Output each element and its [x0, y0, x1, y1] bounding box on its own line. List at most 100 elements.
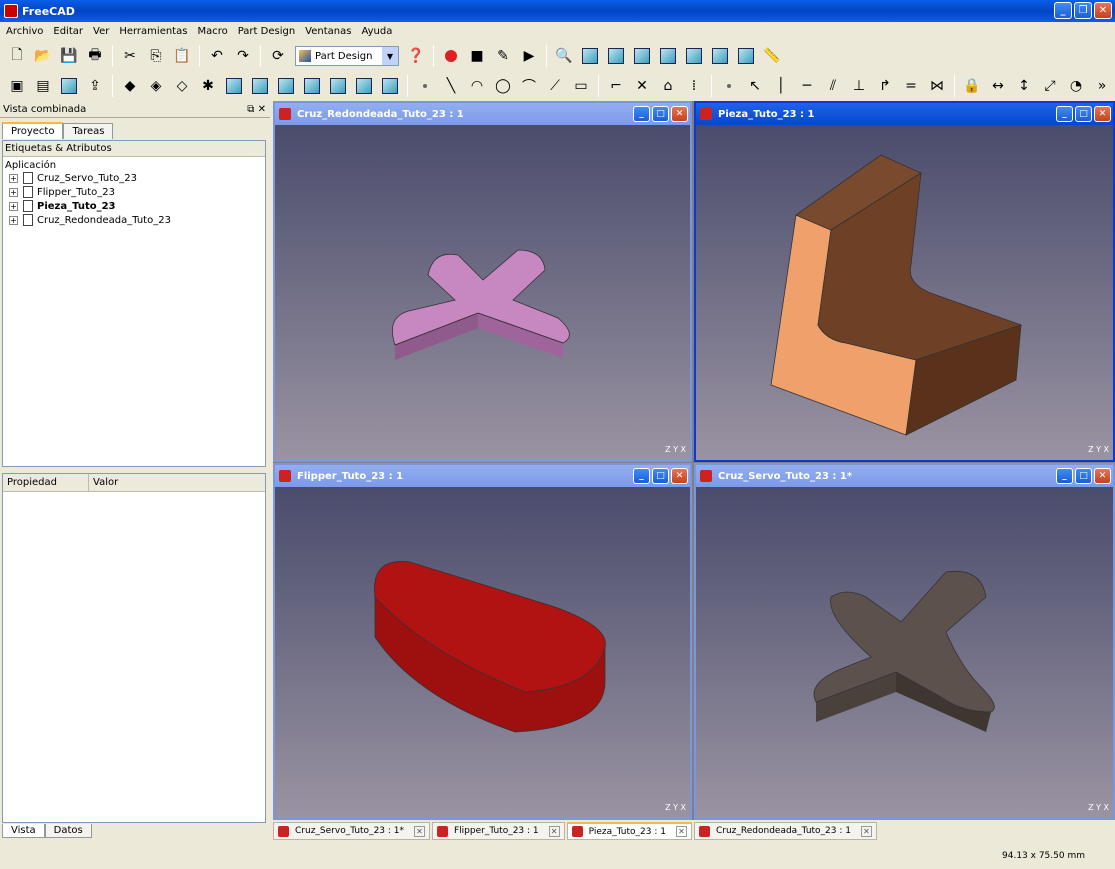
close-button[interactable]: ✕ [1094, 2, 1112, 19]
whats-this-icon[interactable]: ❓ [405, 45, 427, 67]
length-icon[interactable]: ⤢ [1039, 75, 1061, 97]
revolution-icon[interactable]: ◇ [171, 75, 193, 97]
coincident-icon[interactable] [718, 75, 740, 97]
subwindow-titlebar[interactable]: Cruz_Servo_Tuto_23 : 1* _ □ ✕ [696, 465, 1113, 487]
right-view-icon[interactable] [657, 45, 679, 67]
close-button[interactable]: ✕ [1094, 468, 1111, 484]
close-tab-icon[interactable]: ✕ [861, 825, 872, 837]
subwindow-pieza[interactable]: Pieza_Tuto_23 : 1 _ □ ✕ Z Y X [694, 101, 1115, 462]
construction-mode-icon[interactable]: ⁞ [683, 75, 705, 97]
refresh-icon[interactable]: ⟳ [267, 45, 289, 67]
bottom-view-icon[interactable] [709, 45, 731, 67]
menu-ayuda[interactable]: Ayuda [357, 26, 398, 37]
menu-archivo[interactable]: Archivo [2, 26, 49, 37]
rear-view-icon[interactable] [683, 45, 705, 67]
measure-icon[interactable]: 📏 [761, 45, 783, 67]
tree-item-active[interactable]: + Pieza_Tuto_23 [3, 199, 265, 213]
3d-viewport[interactable]: Z Y X [275, 487, 690, 818]
radius-icon[interactable]: ◔ [1065, 75, 1087, 97]
lock-icon[interactable]: 🔒 [961, 75, 983, 97]
expand-icon[interactable]: + [9, 173, 18, 183]
parallel-icon[interactable]: ⫽ [822, 75, 844, 97]
stop-macro-icon[interactable]: ■ [466, 45, 488, 67]
draft-icon[interactable] [275, 75, 297, 97]
save-icon[interactable]: 💾 [58, 45, 80, 67]
tab-proyecto[interactable]: Proyecto [2, 122, 64, 139]
minimize-button[interactable]: _ [1056, 468, 1073, 484]
doc-tab-cruz-redondeada[interactable]: Cruz_Redondeada_Tuto_23 : 1 ✕ [693, 822, 877, 840]
maximize-button[interactable]: □ [1075, 468, 1092, 484]
left-view-icon[interactable] [735, 45, 757, 67]
vertical-icon[interactable]: │ [770, 75, 792, 97]
close-button[interactable]: ✕ [671, 468, 688, 484]
close-tab-icon[interactable]: ✕ [675, 826, 687, 837]
doc-tab-cruz-servo[interactable]: Cruz_Servo_Tuto_23 : 1* ✕ [273, 822, 430, 840]
doc-tab-pieza[interactable]: Pieza_Tuto_23 : 1 ✕ [566, 822, 692, 840]
horizontal-icon[interactable]: ─ [796, 75, 818, 97]
circle-icon[interactable]: ◯ [492, 75, 514, 97]
external-geometry-icon[interactable]: ⌂ [657, 75, 679, 97]
fillet-icon[interactable] [223, 75, 245, 97]
perpendicular-icon[interactable]: ⊥ [848, 75, 870, 97]
pad-icon[interactable]: ◆ [119, 75, 141, 97]
close-button[interactable]: ✕ [1094, 106, 1111, 122]
3d-viewport[interactable]: Z Y X [696, 487, 1113, 818]
trim-icon[interactable]: ✕ [631, 75, 653, 97]
arc-icon[interactable]: ◠ [466, 75, 488, 97]
3d-viewport[interactable]: Z Y X [696, 125, 1113, 460]
menu-macro[interactable]: Macro [193, 26, 233, 37]
equal-icon[interactable]: = [900, 75, 922, 97]
run-macro-icon[interactable]: ▶ [518, 45, 540, 67]
line-icon[interactable]: ╲ [440, 75, 462, 97]
close-button[interactable]: ✕ [671, 106, 688, 122]
front-view-icon[interactable] [605, 45, 627, 67]
redo-icon[interactable]: ↷ [232, 45, 254, 67]
map-sketch-icon[interactable] [58, 75, 80, 97]
horizontal-distance-icon[interactable]: ↔ [987, 75, 1009, 97]
fillet-sketch-icon[interactable]: ⌐ [605, 75, 627, 97]
tab-tareas[interactable]: Tareas [63, 123, 114, 139]
new-sketch-icon[interactable]: ▣ [6, 75, 28, 97]
menu-editar[interactable]: Editar [49, 26, 89, 37]
menu-ventanas[interactable]: Ventanas [301, 26, 357, 37]
minimize-button[interactable]: _ [1054, 2, 1072, 19]
tree-item[interactable]: + Cruz_Servo_Tuto_23 [3, 171, 265, 185]
subwindow-titlebar[interactable]: Flipper_Tuto_23 : 1 _ □ ✕ [275, 465, 690, 487]
copy-icon[interactable]: ⎘ [145, 45, 167, 67]
tab-vista[interactable]: Vista [2, 824, 45, 838]
print-icon[interactable]: 🖶 [84, 45, 106, 67]
expand-icon[interactable]: + [9, 187, 18, 197]
subwindow-cruz-redondeada[interactable]: Cruz_Redondeada_Tuto_23 : 1 _ □ ✕ Z Y X [273, 101, 692, 462]
pocket-icon[interactable]: ◈ [145, 75, 167, 97]
expand-icon[interactable]: + [9, 201, 18, 211]
doc-tab-flipper[interactable]: Flipper_Tuto_23 : 1 ✕ [432, 822, 565, 840]
tab-datos[interactable]: Datos [44, 824, 92, 838]
paste-icon[interactable]: 📋 [171, 45, 193, 67]
axonometric-view-icon[interactable] [579, 45, 601, 67]
rectangle-icon[interactable]: ▭ [570, 75, 592, 97]
workbench-selector[interactable]: Part Design ▼ [295, 46, 399, 66]
toolbar-overflow-icon[interactable]: » [1091, 75, 1113, 97]
open-file-icon[interactable]: 📂 [32, 45, 54, 67]
symmetric-icon[interactable]: ⋈ [926, 75, 948, 97]
restore-button[interactable]: ❐ [1074, 2, 1092, 19]
groove-icon[interactable]: ✱ [197, 75, 219, 97]
3d-viewport[interactable]: Z Y X [275, 125, 690, 460]
subwindow-titlebar[interactable]: Cruz_Redondeada_Tuto_23 : 1 _ □ ✕ [275, 103, 690, 125]
minimize-button[interactable]: _ [633, 106, 650, 122]
point-icon[interactable] [414, 75, 436, 97]
menu-part-design[interactable]: Part Design [234, 26, 301, 37]
minimize-button[interactable]: _ [633, 468, 650, 484]
subwindow-cruz-servo[interactable]: Cruz_Servo_Tuto_23 : 1* _ □ ✕ Z Y X [694, 463, 1115, 820]
close-tab-icon[interactable]: ✕ [548, 825, 560, 837]
record-macro-icon[interactable] [440, 45, 462, 67]
polar-pattern-icon[interactable] [353, 75, 375, 97]
close-tab-icon[interactable]: ✕ [414, 825, 425, 837]
fit-all-icon[interactable]: 🔍 [553, 45, 575, 67]
subwindow-flipper[interactable]: Flipper_Tuto_23 : 1 _ □ ✕ Z Y X [273, 463, 692, 820]
maximize-button[interactable]: □ [652, 106, 669, 122]
maximize-button[interactable]: □ [652, 468, 669, 484]
polyline-icon[interactable]: ⟋ [544, 75, 566, 97]
maximize-button[interactable]: □ [1075, 106, 1092, 122]
conic-icon[interactable]: ⌒ [518, 75, 540, 97]
